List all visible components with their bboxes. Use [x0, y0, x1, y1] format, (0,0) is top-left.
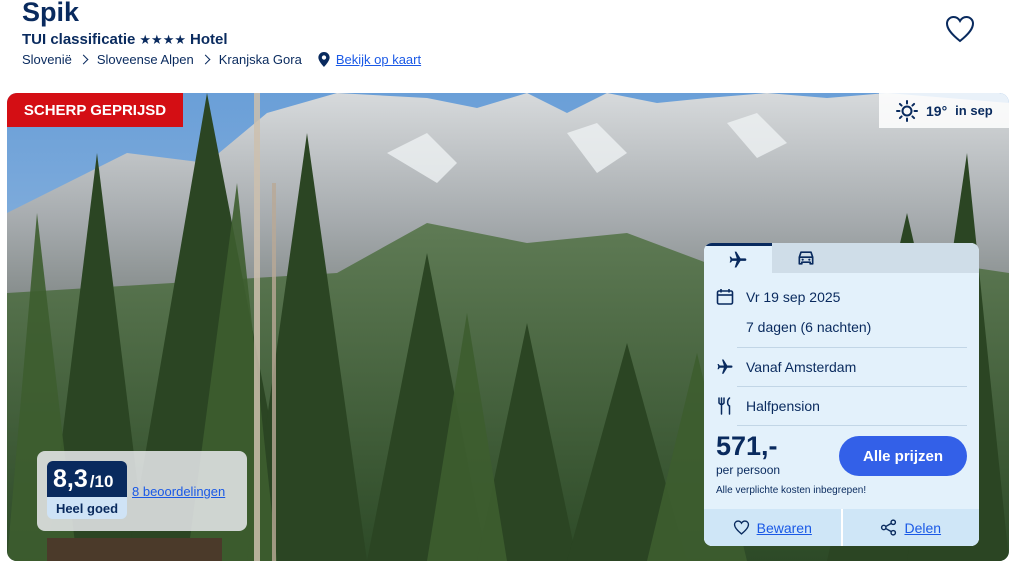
weather-badge: 19° in sep: [879, 93, 1009, 128]
sun-icon: [896, 99, 918, 122]
all-prices-button[interactable]: Alle prijzen: [839, 436, 967, 476]
save-label: Bewaren: [756, 519, 812, 536]
score-value: 8,3: [53, 465, 88, 493]
divider: [737, 386, 967, 387]
departure-date: Vr 19 sep 2025: [746, 289, 841, 305]
heart-icon: [733, 520, 749, 535]
divider: [737, 347, 967, 348]
map-link-label: Bekijk op kaart: [335, 52, 422, 67]
share-icon: [881, 519, 897, 536]
share-label: Delen: [904, 519, 942, 536]
car-icon: [798, 251, 814, 265]
calendar-icon: [716, 288, 734, 306]
booking-panel: Vr 19 sep 2025 7 dagen (6 nachten) Vanaf…: [704, 243, 979, 546]
save-button[interactable]: Bewaren: [704, 509, 841, 546]
breadcrumb-country[interactable]: Slovenië: [22, 52, 72, 67]
departure-airport-row[interactable]: Vanaf Amsterdam: [716, 358, 856, 376]
breadcrumb-city[interactable]: Kranjska Gora: [219, 52, 302, 67]
share-button[interactable]: Delen: [842, 509, 979, 546]
tab-car[interactable]: [772, 243, 840, 273]
board-row[interactable]: Halfpension: [716, 397, 820, 415]
hotel-classification: TUI classificatie ★★★★ Hotel: [22, 31, 228, 48]
booking-actions: Bewaren Delen: [704, 509, 979, 546]
airplane-icon: [729, 251, 747, 267]
breadcrumb: Slovenië Sloveense Alpen Kranjska Gora B…: [22, 52, 421, 67]
hotel-name: Spik: [22, 0, 80, 27]
chevron-right-icon: [78, 54, 89, 65]
price-note: per persoon: [716, 463, 781, 477]
board-type: Halfpension: [746, 398, 820, 414]
trip-duration: 7 dagen (6 nachten): [746, 319, 872, 335]
favorite-button[interactable]: [943, 13, 977, 45]
transport-tabs: [704, 243, 979, 273]
weather-period: in sep: [955, 103, 993, 118]
chevron-right-icon: [200, 54, 211, 65]
tabs-filler: [840, 243, 979, 273]
cutlery-icon: [716, 397, 734, 415]
tab-flight[interactable]: [704, 243, 772, 273]
score-label: Heel goed: [47, 497, 127, 519]
divider: [737, 425, 967, 426]
map-link[interactable]: Bekijk op kaart: [318, 52, 421, 67]
costs-note: Alle verplichte kosten inbegrepen!: [716, 485, 867, 496]
deal-badge: SCHERP GEPRIJSD: [7, 93, 183, 127]
weather-temperature: 19°: [926, 102, 948, 119]
map-pin-icon: [318, 52, 330, 67]
reviews-link[interactable]: 8 beoordelingen: [132, 484, 225, 499]
breadcrumb-region[interactable]: Sloveense Alpen: [97, 52, 194, 67]
departure-date-row[interactable]: Vr 19 sep 2025: [716, 288, 840, 306]
price: 571,-: [716, 431, 778, 461]
departure-airport: Vanaf Amsterdam: [746, 359, 857, 375]
hotel-type: Hotel: [190, 31, 228, 48]
score-max: /10: [89, 472, 114, 491]
airplane-icon: [716, 358, 734, 376]
review-score: 8,3 /10: [47, 461, 127, 497]
heart-icon: [945, 15, 975, 43]
duration-row: 7 dagen (6 nachten): [746, 319, 871, 335]
star-rating: ★★★★: [139, 31, 187, 47]
classification-label: TUI classificatie: [22, 31, 136, 48]
rating-box: 8,3 /10 Heel goed 8 beoordelingen: [37, 451, 247, 531]
